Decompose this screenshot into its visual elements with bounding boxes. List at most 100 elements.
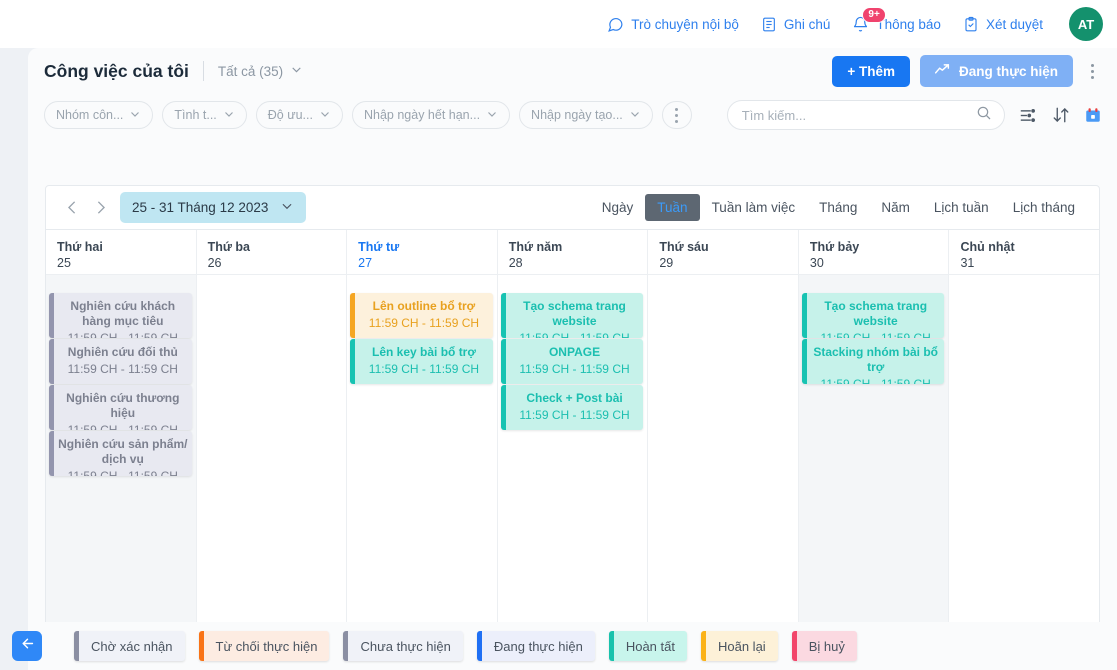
event-title: Tạo schema trang website [824, 299, 928, 328]
legend-item[interactable]: Hoàn tất [608, 631, 687, 661]
calendar-event[interactable]: Tạo schema trang website 11:59 CH - 11:59… [500, 293, 644, 338]
legend-item-label: Hoãn lại [717, 638, 766, 654]
day-header: Chủ nhật 31 [949, 230, 1100, 275]
tab-work-week[interactable]: Tuần làm việc [700, 194, 808, 221]
legend-item[interactable]: Hoãn lại [700, 631, 778, 661]
search-icon[interactable] [976, 105, 992, 126]
top-item-notification-label: Thông báo [876, 16, 941, 32]
calendar-event[interactable]: Lên outline bổ trợ 11:59 CH - 11:59 CH [350, 293, 493, 338]
legend-item[interactable]: Chờ xác nhận [74, 631, 185, 661]
filter-chip-status[interactable]: Tình t... [162, 101, 247, 129]
day-column: Thứ năm 28 Tạo schema trang website 11:59 C… [497, 230, 649, 666]
tab-week-agenda[interactable]: Lịch tuần [922, 194, 1001, 221]
chevron-down-icon [486, 108, 498, 123]
chevron-down-icon [319, 108, 331, 123]
date-range-selector[interactable]: 25 - 31 Tháng 12 2023 [120, 192, 307, 223]
day-body[interactable] [197, 275, 347, 666]
prev-week-button[interactable] [58, 194, 86, 222]
calendar-event[interactable]: Nghiên cứu đối thủ 11:59 CH - 11:59 CH [49, 339, 192, 384]
search-input[interactable] [739, 106, 976, 124]
day-name: Thứ năm [508, 240, 563, 254]
calendar-event[interactable]: Check + Post bài 11:59 CH - 11:59 CH [500, 385, 644, 430]
calendar-day-grid: Thứ hai 25 Nghiên cứu khách hàng mục tiêu 1… [46, 229, 1100, 666]
kebab-dot [1090, 69, 1094, 73]
filter-chip-due-date-label: Nhập ngày hết hạn... [363, 108, 481, 122]
calendar-event[interactable]: Stacking nhóm bài bổ trợ 11:59 CH - 11:59… [801, 339, 945, 384]
chevron-down-icon [280, 199, 294, 216]
day-number: 28 [508, 256, 523, 270]
day-column: Thứ sáu 29 [648, 230, 799, 666]
legend-item-label: Chờ xác nhận [91, 638, 173, 654]
filter-chip-created-date[interactable]: Nhập ngày tạo... [519, 101, 653, 129]
calendar-icon[interactable] [1084, 106, 1102, 124]
filter-chip-group[interactable]: Nhóm côn... [44, 101, 154, 129]
filter-chip-priority-label: Độ ưu... [267, 108, 313, 122]
legend-item[interactable]: Chưa thực hiện [343, 631, 463, 661]
event-title: Nghiên cứu thương hiệu [66, 391, 180, 420]
filter-all-label: Tất cả (35) [217, 63, 284, 79]
filter-all-dropdown[interactable]: Tất cả (35) [218, 63, 303, 79]
more-options-button[interactable] [1081, 58, 1103, 84]
main-panel: Công việc của tôi Tất cả (35) + Thêm Đan… [28, 48, 1117, 670]
event-title: Check + Post bài [526, 391, 623, 405]
top-item-approval[interactable]: Xét duyệt [963, 16, 1043, 33]
day-number: 29 [659, 256, 674, 270]
filter-chip-group-label: Nhóm côn... [56, 108, 124, 122]
top-item-note[interactable]: Ghi chú [761, 16, 830, 33]
title-divider [202, 61, 204, 81]
tab-month[interactable]: Tháng [807, 194, 869, 221]
calendar-event[interactable]: Nghiên cứu khách hàng mục tiêu 11:59 CH -… [49, 293, 192, 338]
day-column: Thứ ba 26 [196, 230, 348, 666]
top-item-chat[interactable]: Trò chuyện nội bộ [607, 16, 739, 33]
calendar-view-tabs: Ngày Tuần Tuần làm việc Tháng Năm Lịch t… [590, 194, 1087, 221]
day-body[interactable] [949, 275, 1099, 666]
event-time: 11:59 CH - 11:59 CH [820, 331, 931, 338]
event-title: Nghiên cứu đối thủ [67, 345, 178, 359]
collapse-sidebar-button[interactable] [12, 631, 42, 661]
tab-week[interactable]: Tuần [645, 194, 700, 221]
calendar-event[interactable]: ONPAGE 11:59 CH - 11:59 CH [500, 339, 644, 384]
event-title: Nghiên cứu khách hàng mục tiêu [70, 299, 176, 328]
day-header: Thứ sáu 29 [648, 230, 798, 275]
top-item-notification[interactable]: 9+ Thông báo [852, 6, 941, 33]
next-week-button[interactable] [86, 194, 114, 222]
avatar[interactable]: AT [1069, 7, 1103, 41]
calendar-event[interactable]: Nghiên cứu thương hiệu 11:59 CH - 11:59 C… [49, 385, 192, 430]
event-time: 11:59 CH - 11:59 CH [67, 423, 178, 430]
kebab-dot [675, 107, 679, 111]
filter-chip-due-date[interactable]: Nhập ngày hết hạn... [351, 101, 511, 129]
event-time: 11:59 CH - 11:59 CH [519, 331, 630, 338]
sort-icon[interactable] [1052, 106, 1070, 124]
filter-chip-created-date-label: Nhập ngày tạo... [531, 108, 623, 122]
day-header: Thứ ba 26 [196, 230, 347, 275]
arrow-left-icon [19, 635, 36, 657]
tab-year[interactable]: Năm [869, 194, 922, 221]
day-body[interactable]: Lên outline bổ trợ 11:59 CH - 11:59 CH Lên… [347, 275, 497, 666]
tab-month-agenda[interactable]: Lịch tháng [1001, 194, 1087, 221]
calendar-event[interactable]: Lên key bài bổ trợ 11:59 CH - 11:59 CH [350, 339, 493, 384]
day-body[interactable]: Tạo schema trang website 11:59 CH - 11:59… [798, 275, 949, 666]
settings-sliders-icon[interactable] [1019, 107, 1038, 124]
legend-item-label: Bị huỷ [808, 638, 845, 654]
filter-chip-priority[interactable]: Độ ưu... [255, 101, 343, 129]
calendar-event[interactable]: Nghiên cứu sản phẩm/ dịch vụ 11:59 CH - 1… [49, 431, 192, 476]
chevron-down-icon [629, 108, 641, 123]
legend-item[interactable]: Đang thực hiện [476, 631, 595, 661]
day-body[interactable]: Nghiên cứu khách hàng mục tiêu 11:59 CH -… [46, 275, 196, 666]
calendar-event[interactable]: Tạo schema trang website 11:59 CH - 11:59… [801, 293, 945, 338]
status-filter-button[interactable]: Đang thực hiện [919, 55, 1073, 87]
legend-item[interactable]: Từ chối thực hiện [198, 631, 330, 661]
tab-day[interactable]: Ngày [590, 194, 646, 221]
event-time: 11:59 CH - 11:59 CH [519, 362, 630, 376]
day-body[interactable]: Tạo schema trang website 11:59 CH - 11:59… [498, 275, 648, 666]
day-body[interactable] [648, 275, 798, 666]
search-box[interactable] [726, 100, 1005, 130]
chat-icon [607, 16, 624, 33]
day-header: Thứ năm 28 [497, 230, 648, 275]
event-time: 11:59 CH - 11:59 CH [519, 408, 630, 422]
legend-item[interactable]: Bị huỷ [791, 631, 857, 661]
filter-more-button[interactable] [661, 101, 692, 129]
day-name: Thứ hai [57, 240, 103, 254]
add-button[interactable]: + Thêm [832, 55, 910, 87]
clipboard-check-icon [963, 16, 979, 33]
